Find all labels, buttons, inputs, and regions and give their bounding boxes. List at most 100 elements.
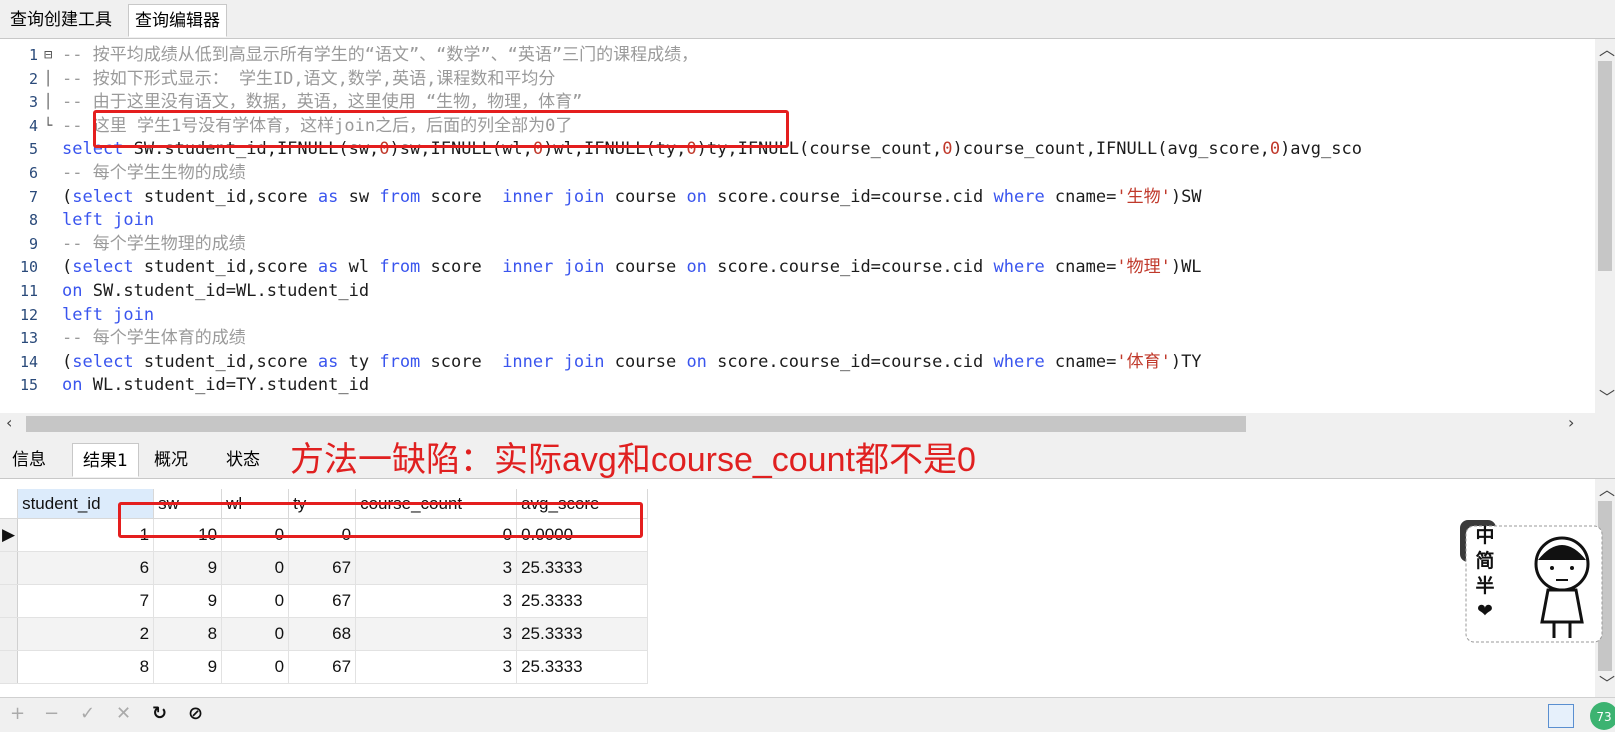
- code-token: )course_count,IFNULL(avg_score,: [952, 139, 1270, 160]
- cell-ty[interactable]: 67: [288, 584, 357, 618]
- table-row[interactable]: 6 9 0 67 3 25.3333: [0, 551, 649, 585]
- code-token: from: [379, 257, 421, 278]
- code-token: 0: [1269, 139, 1281, 160]
- cell-ty[interactable]: 67: [288, 551, 357, 585]
- delete-record-icon[interactable]: −: [44, 702, 59, 726]
- row-indicator-header: [0, 489, 19, 519]
- scroll-right-icon[interactable]: ›: [1568, 414, 1574, 432]
- editor-horizontal-scrollbar[interactable]: ‹ ›: [0, 413, 1595, 435]
- scroll-up-icon[interactable]: ︿: [1599, 41, 1615, 59]
- cell-wl[interactable]: 0: [221, 551, 290, 585]
- code-line[interactable]: 1 ⊟ -- 按平均成绩从低到高显示所有学生的“语文”、“数学”、“英语”三门的课程…: [0, 43, 1595, 67]
- code-token: left join: [62, 210, 155, 231]
- code-token: '物理': [1116, 257, 1171, 278]
- cell-avg-score[interactable]: 25.3333: [516, 551, 649, 585]
- fold-marker-icon[interactable]: ⊟: [44, 43, 52, 67]
- code-line[interactable]: 12 left join: [0, 303, 1595, 327]
- cell-student-id[interactable]: 7: [17, 584, 155, 618]
- tab-result1[interactable]: 结果1: [72, 443, 139, 477]
- cell-avg-score[interactable]: 25.3333: [516, 617, 649, 651]
- code-line[interactable]: 11 on SW.student_id=WL.student_id: [0, 279, 1595, 303]
- editor-vertical-scrollbar[interactable]: ︿ ﹀: [1595, 39, 1615, 413]
- tab-status[interactable]: 状态: [216, 443, 270, 477]
- scroll-left-icon[interactable]: ‹: [6, 414, 12, 432]
- cell-student-id[interactable]: 2: [17, 617, 155, 651]
- cell-sw[interactable]: 9: [153, 584, 223, 618]
- code-token: WL.student_id=TY.student_id: [82, 375, 370, 396]
- table-row[interactable]: 7 9 0 67 3 25.3333: [0, 584, 649, 618]
- code-text: -- 每个学生物理的成绩: [62, 232, 246, 256]
- editor-horizontal-scroll-thumb[interactable]: [26, 416, 1246, 432]
- code-token: on: [62, 281, 83, 301]
- code-line[interactable]: 7 (select student_id,score as sw from sco…: [0, 185, 1595, 209]
- line-number: 4: [28, 116, 38, 135]
- code-token: score: [420, 186, 503, 207]
- code-token: 0: [942, 139, 953, 160]
- add-record-icon[interactable]: +: [10, 702, 25, 726]
- cell-sw[interactable]: 9: [153, 551, 223, 585]
- tab-overview[interactable]: 概况: [144, 443, 198, 477]
- code-token: as: [317, 186, 339, 207]
- cell-wl[interactable]: 0: [221, 584, 290, 618]
- cell-student-id[interactable]: 6: [17, 551, 155, 585]
- code-line[interactable]: 10 (select student_id,score as wl from sc…: [0, 255, 1595, 279]
- row-indicator: [0, 551, 19, 585]
- code-token: as: [317, 351, 339, 372]
- line-number: 1: [28, 46, 38, 64]
- grid-view-icon[interactable]: [1548, 704, 1574, 728]
- code-token: from: [379, 186, 421, 207]
- code-token: course: [604, 351, 687, 372]
- code-token: -- 按如下形式显示： 学生ID,语文,数学,英语,课程数和平均分: [62, 68, 556, 89]
- table-row[interactable]: 8 9 0 67 3 25.3333: [0, 650, 649, 684]
- code-token: (: [62, 186, 73, 207]
- cell-course-count[interactable]: 3: [355, 551, 518, 585]
- code-token: where: [993, 257, 1045, 278]
- code-token: cname=: [1044, 351, 1117, 372]
- line-number: 13: [19, 329, 38, 348]
- code-token: wl: [338, 257, 380, 278]
- code-line[interactable]: 6 -- 每个学生生物的成绩: [0, 161, 1595, 185]
- code-token: score.course_id=course.cid: [706, 351, 994, 372]
- table-row[interactable]: 2 8 0 68 3 25.3333: [0, 617, 649, 651]
- line-number: 12: [19, 305, 38, 324]
- code-line[interactable]: 2 │ -- 按如下形式显示： 学生ID,语文,数学,英语,课程数和平均分: [0, 67, 1595, 91]
- cell-ty[interactable]: 67: [288, 650, 357, 684]
- code-text: -- 按如下形式显示： 学生ID,语文,数学,英语,课程数和平均分: [62, 67, 555, 91]
- cell-course-count[interactable]: 3: [355, 584, 518, 618]
- tab-query-editor[interactable]: 查询编辑器: [128, 4, 227, 37]
- cell-sw[interactable]: 9: [153, 650, 223, 684]
- line-number: 11: [19, 282, 38, 300]
- tab-query-builder[interactable]: 查询创建工具: [4, 4, 118, 37]
- row-indicator: [0, 650, 19, 684]
- code-token: sw: [338, 186, 380, 207]
- scroll-down-icon[interactable]: ﹀: [1599, 389, 1615, 407]
- cell-student-id[interactable]: 8: [17, 650, 155, 684]
- code-token: )TY: [1170, 351, 1202, 372]
- code-line[interactable]: 9 -- 每个学生物理的成绩: [0, 232, 1595, 256]
- code-line[interactable]: 13 -- 每个学生体育的成绩: [0, 326, 1595, 350]
- cell-sw[interactable]: 8: [153, 617, 223, 651]
- discard-changes-icon[interactable]: ✕: [116, 702, 131, 726]
- tab-info[interactable]: 信息: [2, 443, 56, 477]
- sql-editor[interactable]: 1 ⊟ -- 按平均成绩从低到高显示所有学生的“语文”、“数学”、“英语”三门的课程…: [0, 39, 1615, 413]
- cell-course-count[interactable]: 3: [355, 650, 518, 684]
- cell-course-count[interactable]: 3: [355, 617, 518, 651]
- stop-icon[interactable]: ⊘: [188, 702, 203, 726]
- line-number: 10: [19, 258, 38, 277]
- fold-marker-icon: │: [44, 94, 53, 111]
- cell-avg-score[interactable]: 25.3333: [516, 584, 649, 618]
- grid-scroll-down-icon[interactable]: ﹀: [1599, 675, 1615, 693]
- code-line[interactable]: 14 (select student_id,score as ty from sc…: [0, 350, 1595, 374]
- cell-wl[interactable]: 0: [221, 650, 290, 684]
- code-line[interactable]: 15 on WL.student_id=TY.student_id: [0, 373, 1595, 397]
- code-token: select: [72, 351, 134, 372]
- cell-avg-score[interactable]: 25.3333: [516, 650, 649, 684]
- apply-changes-icon[interactable]: ✓: [80, 702, 95, 726]
- cell-ty[interactable]: 68: [288, 617, 357, 651]
- refresh-icon[interactable]: ↻: [152, 702, 167, 726]
- editor-vertical-scroll-thumb[interactable]: [1598, 61, 1612, 271]
- cell-wl[interactable]: 0: [221, 617, 290, 651]
- code-token: (: [62, 257, 73, 278]
- grid-scroll-up-icon[interactable]: ︿: [1599, 481, 1615, 499]
- code-line[interactable]: 8 left join: [0, 208, 1595, 232]
